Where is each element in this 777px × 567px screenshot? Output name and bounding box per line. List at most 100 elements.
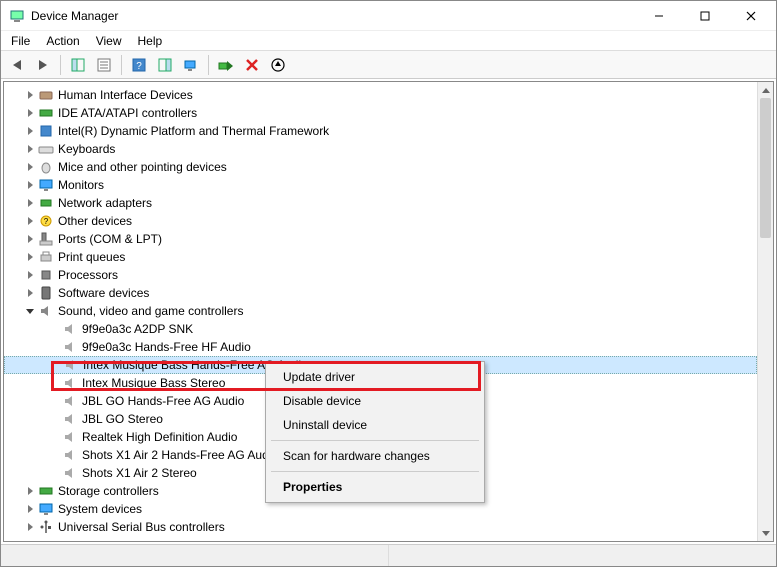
tree-item-usb[interactable]: Universal Serial Bus controllers [4, 518, 757, 536]
scroll-up-button[interactable] [758, 82, 773, 98]
ctx-uninstall-device[interactable]: Uninstall device [269, 413, 481, 437]
ctx-update-driver[interactable]: Update driver [269, 365, 481, 389]
close-button[interactable] [728, 1, 774, 31]
tree-item-label: System devices [58, 502, 142, 516]
ctx-scan-hardware[interactable]: Scan for hardware changes [269, 444, 481, 468]
update-driver-button[interactable] [266, 53, 290, 77]
titlebar: Device Manager [1, 1, 776, 31]
menu-view[interactable]: View [88, 32, 130, 50]
devmgr-icon [9, 8, 25, 24]
back-button[interactable] [5, 53, 29, 77]
tree-item-software[interactable]: Software devices [4, 284, 757, 302]
menu-file[interactable]: File [3, 32, 38, 50]
maximize-button[interactable] [682, 1, 728, 31]
monitor-icon [38, 177, 54, 193]
arrow-left-icon [13, 60, 21, 70]
ctx-item-label: Scan for hardware changes [283, 449, 430, 463]
enable-device-button[interactable] [214, 53, 238, 77]
forward-button[interactable] [31, 53, 55, 77]
ctx-item-label: Disable device [283, 394, 361, 408]
collapse-icon[interactable] [24, 305, 36, 317]
tree-item-keyboards[interactable]: Keyboards [4, 140, 757, 158]
tree-item-label: Other devices [58, 214, 132, 228]
scroll-down-button[interactable] [758, 525, 773, 541]
statusbar [1, 544, 776, 566]
tree-item-hfhf[interactable]: 9f9e0a3c Hands-Free HF Audio [4, 338, 757, 356]
speaker-icon [62, 465, 78, 481]
minimize-button[interactable] [636, 1, 682, 31]
help-button[interactable]: ? [127, 53, 151, 77]
ctx-properties[interactable]: Properties [269, 475, 481, 499]
tree-item-monitors[interactable]: Monitors [4, 176, 757, 194]
expand-icon[interactable] [24, 215, 36, 227]
speaker-icon [62, 339, 78, 355]
tree-item-intel[interactable]: Intel(R) Dynamic Platform and Thermal Fr… [4, 122, 757, 140]
status-cell [389, 545, 776, 566]
expand-icon[interactable] [24, 197, 36, 209]
speaker-icon [62, 321, 78, 337]
expand-icon[interactable] [24, 269, 36, 281]
printer-icon [38, 249, 54, 265]
tree-item-hid[interactable]: Human Interface Devices [4, 86, 757, 104]
expand-icon[interactable] [24, 233, 36, 245]
tree-item-mice[interactable]: Mice and other pointing devices [4, 158, 757, 176]
menu-action[interactable]: Action [38, 32, 87, 50]
ctx-disable-device[interactable]: Disable device [269, 389, 481, 413]
tree-item-ports[interactable]: Ports (COM & LPT) [4, 230, 757, 248]
scrollbar-track[interactable] [758, 98, 773, 525]
show-hide-console-button[interactable] [66, 53, 90, 77]
properties-button[interactable] [92, 53, 116, 77]
ctx-item-label: Uninstall device [283, 418, 367, 432]
tree-item-processors[interactable]: Processors [4, 266, 757, 284]
speaker-icon [62, 429, 78, 445]
action-pane-button[interactable] [153, 53, 177, 77]
tree-item-label: Processors [58, 268, 118, 282]
tree-item-label: Ports (COM & LPT) [58, 232, 162, 246]
cpu-icon [38, 267, 54, 283]
expand-icon[interactable] [24, 521, 36, 533]
tree-item-print[interactable]: Print queues [4, 248, 757, 266]
tree-item-other[interactable]: ? Other devices [4, 212, 757, 230]
ports-icon [38, 231, 54, 247]
ctx-separator [271, 440, 479, 441]
expand-icon[interactable] [24, 143, 36, 155]
ctx-item-label: Properties [283, 480, 342, 494]
speaker-icon [62, 447, 78, 463]
expand-icon[interactable] [24, 89, 36, 101]
expand-icon[interactable] [24, 125, 36, 137]
toolbar-separator [208, 55, 209, 75]
tree-item-label: JBL GO Hands-Free AG Audio [82, 394, 244, 408]
intel-icon [38, 123, 54, 139]
scrollbar-thumb[interactable] [760, 98, 771, 238]
tree-item-label: Monitors [58, 178, 104, 192]
expand-icon[interactable] [24, 179, 36, 191]
svg-text:?: ? [136, 61, 142, 72]
network-icon [38, 195, 54, 211]
expand-icon[interactable] [24, 161, 36, 173]
expand-icon[interactable] [24, 107, 36, 119]
tree-item-ide[interactable]: IDE ATA/ATAPI controllers [4, 104, 757, 122]
window-title: Device Manager [31, 9, 636, 23]
uninstall-device-button[interactable] [240, 53, 264, 77]
expand-icon[interactable] [24, 503, 36, 515]
expand-icon[interactable] [24, 485, 36, 497]
ctx-item-label: Update driver [283, 370, 355, 384]
ctx-separator [271, 471, 479, 472]
storage-icon [38, 483, 54, 499]
tree-item-sound[interactable]: Sound, video and game controllers [4, 302, 757, 320]
tree-item-network[interactable]: Network adapters [4, 194, 757, 212]
tree-item-label: 9f9e0a3c Hands-Free HF Audio [82, 340, 251, 354]
sound-icon [38, 303, 54, 319]
tree-item-a2dp[interactable]: 9f9e0a3c A2DP SNK [4, 320, 757, 338]
vertical-scrollbar[interactable] [757, 82, 773, 541]
expand-icon[interactable] [24, 251, 36, 263]
tree-item-label: Storage controllers [58, 484, 159, 498]
speaker-icon [62, 375, 78, 391]
tree-item-label: Network adapters [58, 196, 152, 210]
svg-text:?: ? [44, 217, 49, 226]
menu-help[interactable]: Help [130, 32, 171, 50]
tree-item-label: Universal Serial Bus controllers [58, 520, 225, 534]
expand-icon[interactable] [24, 287, 36, 299]
scan-hardware-button[interactable] [179, 53, 203, 77]
tree-item-label: Print queues [58, 250, 125, 264]
